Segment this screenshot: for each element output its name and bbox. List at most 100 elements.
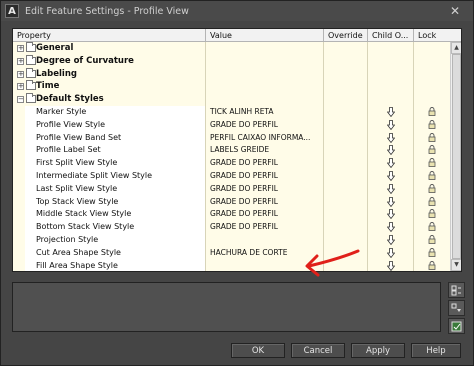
override-cell[interactable] xyxy=(324,131,368,145)
override-cell[interactable] xyxy=(324,144,368,158)
child-override-cell[interactable] xyxy=(368,157,414,170)
expand-collapse-icon[interactable]: − xyxy=(17,96,24,104)
child-override-cell[interactable] xyxy=(368,118,414,132)
help-button[interactable]: Help xyxy=(411,343,461,358)
child-override-cell[interactable] xyxy=(368,208,414,222)
child-override-cell[interactable] xyxy=(368,221,414,234)
lock-cell xyxy=(414,42,450,55)
column-header-child-override[interactable]: Child O... xyxy=(368,29,414,42)
scroll-down-icon[interactable]: ▼ xyxy=(451,259,461,271)
close-icon[interactable]: ✕ xyxy=(447,3,463,19)
property-value[interactable]: PERFIL CAIXAO INFORMA... xyxy=(206,131,324,145)
property-value[interactable]: GRADE DO PERFIL xyxy=(206,157,324,170)
vertical-scrollbar[interactable]: ▲ ▼ xyxy=(450,42,461,271)
lock-cell[interactable] xyxy=(414,221,450,234)
table-row[interactable]: Cut Area Shape Style HACHURA DE CORTE xyxy=(13,246,450,260)
table-row[interactable]: Fill Area Shape Style xyxy=(13,259,450,271)
table-row[interactable]: Marker Style TICK ALINH RETA xyxy=(13,106,450,119)
ok-button[interactable]: OK xyxy=(231,343,285,358)
table-row[interactable]: First Split View Style GRADE DO PERFIL xyxy=(13,157,450,170)
child-override-cell[interactable] xyxy=(368,106,414,119)
override-cell[interactable] xyxy=(324,221,368,234)
table-row[interactable]: Bottom Stack View Style GRADE DO PERFIL xyxy=(13,221,450,234)
expand-collapse-icon[interactable]: + xyxy=(17,70,24,78)
table-row[interactable]: Last Split View Style GRADE DO PERFIL xyxy=(13,182,450,196)
lock-cell[interactable] xyxy=(414,144,450,158)
table-row[interactable]: Projection Style xyxy=(13,234,450,247)
lock-cell[interactable] xyxy=(414,234,450,247)
lock-cell[interactable] xyxy=(414,106,450,119)
override-cell[interactable] xyxy=(324,170,368,183)
property-value[interactable]: LABELS GREIDE xyxy=(206,144,324,158)
column-settings-button[interactable] xyxy=(448,282,465,298)
lock-cell[interactable] xyxy=(414,182,450,196)
down-arrow-icon xyxy=(386,158,395,169)
override-cell[interactable] xyxy=(324,118,368,132)
property-value[interactable]: GRADE DO PERFIL xyxy=(206,221,324,234)
category-row[interactable]: + Degree of Curvature xyxy=(13,54,450,68)
lock-cell[interactable] xyxy=(414,118,450,132)
lock-cell[interactable] xyxy=(414,246,450,260)
table-row[interactable]: Profile Label Set LABELS GREIDE xyxy=(13,144,450,158)
lock-cell[interactable] xyxy=(414,259,450,271)
filter-button[interactable] xyxy=(448,300,465,316)
column-header-value[interactable]: Value xyxy=(206,29,324,42)
property-value[interactable]: GRADE DO PERFIL xyxy=(206,208,324,222)
property-value[interactable]: GRADE DO PERFIL xyxy=(206,118,324,132)
override-cell[interactable] xyxy=(324,195,368,209)
category-row[interactable]: + Time xyxy=(13,80,450,94)
table-row[interactable]: Profile View Band Set PERFIL CAIXAO INFOR… xyxy=(13,131,450,145)
child-override-cell[interactable] xyxy=(368,195,414,209)
lock-icon xyxy=(428,145,436,155)
folder-icon xyxy=(26,93,36,104)
lock-cell[interactable] xyxy=(414,131,450,145)
lock-icon xyxy=(428,183,436,193)
lock-cell[interactable] xyxy=(414,208,450,222)
override-cell[interactable] xyxy=(324,182,368,196)
property-value[interactable]: GRADE DO PERFIL xyxy=(206,182,324,196)
child-override-cell[interactable] xyxy=(368,170,414,183)
property-value[interactable]: GRADE DO PERFIL xyxy=(206,170,324,183)
lock-cell[interactable] xyxy=(414,170,450,183)
title-bar[interactable]: A Edit Feature Settings - Profile View ✕ xyxy=(1,1,473,21)
edit-settings-button[interactable] xyxy=(448,318,465,334)
child-override-cell[interactable] xyxy=(368,246,414,260)
override-cell[interactable] xyxy=(324,106,368,119)
override-cell[interactable] xyxy=(324,208,368,222)
table-row[interactable]: Top Stack View Style GRADE DO PERFIL xyxy=(13,195,450,209)
table-row[interactable]: Middle Stack View Style GRADE DO PERFIL xyxy=(13,208,450,222)
expand-collapse-icon[interactable]: + xyxy=(17,83,24,91)
apply-button[interactable]: Apply xyxy=(351,343,405,358)
expand-collapse-icon[interactable]: + xyxy=(17,45,24,52)
override-cell[interactable] xyxy=(324,234,368,247)
category-cell: + Time xyxy=(13,80,206,94)
property-value[interactable]: TICK ALINH RETA xyxy=(206,106,324,119)
column-header-override[interactable]: Override xyxy=(324,29,368,42)
lock-cell[interactable] xyxy=(414,195,450,209)
column-header-property[interactable]: Property xyxy=(13,29,206,42)
scroll-up-icon[interactable]: ▲ xyxy=(451,42,461,54)
property-value[interactable]: GRADE DO PERFIL xyxy=(206,195,324,209)
down-arrow-icon xyxy=(386,119,395,130)
child-override-cell[interactable] xyxy=(368,131,414,145)
child-override-cell[interactable] xyxy=(368,259,414,271)
folder-icon xyxy=(26,80,36,91)
property-name: Marker Style xyxy=(13,106,206,119)
category-row[interactable]: + Labeling xyxy=(13,67,450,81)
child-override-cell[interactable] xyxy=(368,234,414,247)
scrollbar-thumb[interactable] xyxy=(452,54,461,259)
override-cell[interactable] xyxy=(324,157,368,170)
child-override-cell[interactable] xyxy=(368,182,414,196)
lock-icon xyxy=(428,196,436,206)
table-row[interactable]: Intermediate Split View Style GRADE DO PE… xyxy=(13,170,450,183)
expand-collapse-icon[interactable]: + xyxy=(17,57,24,65)
lock-cell[interactable] xyxy=(414,157,450,170)
category-row[interactable]: + General xyxy=(13,42,450,55)
category-row[interactable]: − Default Styles xyxy=(13,93,450,106)
property-value[interactable] xyxy=(206,234,324,247)
column-header-lock[interactable]: Lock xyxy=(414,29,461,42)
child-override-cell[interactable] xyxy=(368,144,414,158)
category-cell: − Default Styles xyxy=(13,93,206,106)
cancel-button[interactable]: Cancel xyxy=(291,343,345,358)
table-row[interactable]: Profile View Style GRADE DO PERFIL xyxy=(13,118,450,132)
